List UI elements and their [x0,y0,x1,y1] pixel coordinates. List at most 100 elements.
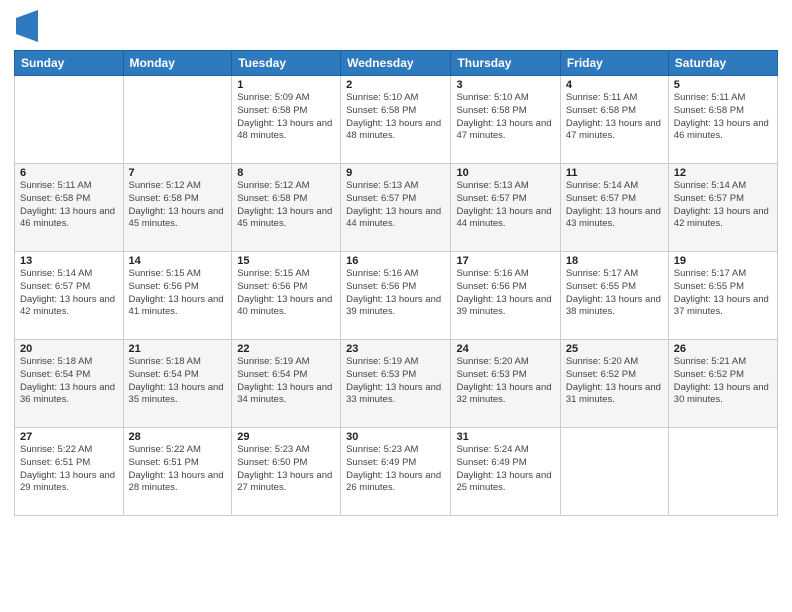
day-cell: 16Sunrise: 5:16 AM Sunset: 6:56 PM Dayli… [341,252,451,340]
day-number: 7 [129,167,227,179]
week-row-2: 6Sunrise: 5:11 AM Sunset: 6:58 PM Daylig… [15,164,778,252]
day-info: Sunrise: 5:13 AM Sunset: 6:57 PM Dayligh… [456,180,554,231]
day-number: 4 [566,79,663,91]
day-info: Sunrise: 5:14 AM Sunset: 6:57 PM Dayligh… [566,180,663,231]
weekday-header-row: SundayMondayTuesdayWednesdayThursdayFrid… [15,51,778,76]
day-number: 2 [346,79,445,91]
page: SundayMondayTuesdayWednesdayThursdayFrid… [0,0,792,612]
day-cell: 25Sunrise: 5:20 AM Sunset: 6:52 PM Dayli… [560,340,668,428]
day-info: Sunrise: 5:14 AM Sunset: 6:57 PM Dayligh… [674,180,772,231]
day-cell: 22Sunrise: 5:19 AM Sunset: 6:54 PM Dayli… [232,340,341,428]
day-cell: 13Sunrise: 5:14 AM Sunset: 6:57 PM Dayli… [15,252,124,340]
day-cell: 30Sunrise: 5:23 AM Sunset: 6:49 PM Dayli… [341,428,451,516]
day-cell: 17Sunrise: 5:16 AM Sunset: 6:56 PM Dayli… [451,252,560,340]
day-cell: 20Sunrise: 5:18 AM Sunset: 6:54 PM Dayli… [15,340,124,428]
weekday-header-tuesday: Tuesday [232,51,341,76]
day-number: 6 [20,167,118,179]
day-number: 24 [456,343,554,355]
day-cell: 31Sunrise: 5:24 AM Sunset: 6:49 PM Dayli… [451,428,560,516]
day-number: 28 [129,431,227,443]
day-info: Sunrise: 5:23 AM Sunset: 6:49 PM Dayligh… [346,444,445,495]
day-info: Sunrise: 5:23 AM Sunset: 6:50 PM Dayligh… [237,444,335,495]
day-cell: 23Sunrise: 5:19 AM Sunset: 6:53 PM Dayli… [341,340,451,428]
day-number: 26 [674,343,772,355]
day-info: Sunrise: 5:22 AM Sunset: 6:51 PM Dayligh… [20,444,118,495]
day-cell: 10Sunrise: 5:13 AM Sunset: 6:57 PM Dayli… [451,164,560,252]
day-cell [123,76,232,164]
day-number: 16 [346,255,445,267]
day-cell [668,428,777,516]
day-cell: 29Sunrise: 5:23 AM Sunset: 6:50 PM Dayli… [232,428,341,516]
day-number: 20 [20,343,118,355]
day-number: 11 [566,167,663,179]
day-number: 25 [566,343,663,355]
day-number: 10 [456,167,554,179]
weekday-header-friday: Friday [560,51,668,76]
day-info: Sunrise: 5:19 AM Sunset: 6:53 PM Dayligh… [346,356,445,407]
day-cell: 27Sunrise: 5:22 AM Sunset: 6:51 PM Dayli… [15,428,124,516]
day-info: Sunrise: 5:13 AM Sunset: 6:57 PM Dayligh… [346,180,445,231]
day-info: Sunrise: 5:14 AM Sunset: 6:57 PM Dayligh… [20,268,118,319]
day-info: Sunrise: 5:18 AM Sunset: 6:54 PM Dayligh… [20,356,118,407]
day-info: Sunrise: 5:24 AM Sunset: 6:49 PM Dayligh… [456,444,554,495]
day-cell: 9Sunrise: 5:13 AM Sunset: 6:57 PM Daylig… [341,164,451,252]
day-info: Sunrise: 5:12 AM Sunset: 6:58 PM Dayligh… [237,180,335,231]
day-number: 9 [346,167,445,179]
day-info: Sunrise: 5:15 AM Sunset: 6:56 PM Dayligh… [129,268,227,319]
day-cell: 1Sunrise: 5:09 AM Sunset: 6:58 PM Daylig… [232,76,341,164]
day-cell: 26Sunrise: 5:21 AM Sunset: 6:52 PM Dayli… [668,340,777,428]
day-number: 12 [674,167,772,179]
header [14,10,778,42]
day-number: 15 [237,255,335,267]
day-info: Sunrise: 5:11 AM Sunset: 6:58 PM Dayligh… [20,180,118,231]
day-cell: 12Sunrise: 5:14 AM Sunset: 6:57 PM Dayli… [668,164,777,252]
day-cell: 14Sunrise: 5:15 AM Sunset: 6:56 PM Dayli… [123,252,232,340]
day-cell: 4Sunrise: 5:11 AM Sunset: 6:58 PM Daylig… [560,76,668,164]
day-info: Sunrise: 5:11 AM Sunset: 6:58 PM Dayligh… [566,92,663,143]
day-info: Sunrise: 5:20 AM Sunset: 6:53 PM Dayligh… [456,356,554,407]
weekday-header-saturday: Saturday [668,51,777,76]
weekday-header-sunday: Sunday [15,51,124,76]
day-number: 3 [456,79,554,91]
day-cell: 19Sunrise: 5:17 AM Sunset: 6:55 PM Dayli… [668,252,777,340]
day-cell: 21Sunrise: 5:18 AM Sunset: 6:54 PM Dayli… [123,340,232,428]
day-cell: 7Sunrise: 5:12 AM Sunset: 6:58 PM Daylig… [123,164,232,252]
logo [14,10,38,42]
day-number: 22 [237,343,335,355]
day-number: 8 [237,167,335,179]
day-info: Sunrise: 5:16 AM Sunset: 6:56 PM Dayligh… [456,268,554,319]
day-info: Sunrise: 5:16 AM Sunset: 6:56 PM Dayligh… [346,268,445,319]
day-cell: 8Sunrise: 5:12 AM Sunset: 6:58 PM Daylig… [232,164,341,252]
day-info: Sunrise: 5:09 AM Sunset: 6:58 PM Dayligh… [237,92,335,143]
day-cell: 11Sunrise: 5:14 AM Sunset: 6:57 PM Dayli… [560,164,668,252]
day-info: Sunrise: 5:17 AM Sunset: 6:55 PM Dayligh… [566,268,663,319]
day-cell [560,428,668,516]
day-info: Sunrise: 5:20 AM Sunset: 6:52 PM Dayligh… [566,356,663,407]
day-number: 13 [20,255,118,267]
week-row-4: 20Sunrise: 5:18 AM Sunset: 6:54 PM Dayli… [15,340,778,428]
day-info: Sunrise: 5:18 AM Sunset: 6:54 PM Dayligh… [129,356,227,407]
day-info: Sunrise: 5:21 AM Sunset: 6:52 PM Dayligh… [674,356,772,407]
day-number: 23 [346,343,445,355]
day-info: Sunrise: 5:10 AM Sunset: 6:58 PM Dayligh… [456,92,554,143]
day-info: Sunrise: 5:15 AM Sunset: 6:56 PM Dayligh… [237,268,335,319]
week-row-3: 13Sunrise: 5:14 AM Sunset: 6:57 PM Dayli… [15,252,778,340]
day-info: Sunrise: 5:17 AM Sunset: 6:55 PM Dayligh… [674,268,772,319]
day-cell [15,76,124,164]
weekday-header-wednesday: Wednesday [341,51,451,76]
calendar: SundayMondayTuesdayWednesdayThursdayFrid… [14,50,778,516]
day-number: 27 [20,431,118,443]
day-info: Sunrise: 5:12 AM Sunset: 6:58 PM Dayligh… [129,180,227,231]
logo-icon [16,10,38,42]
day-cell: 6Sunrise: 5:11 AM Sunset: 6:58 PM Daylig… [15,164,124,252]
day-cell: 2Sunrise: 5:10 AM Sunset: 6:58 PM Daylig… [341,76,451,164]
day-cell: 3Sunrise: 5:10 AM Sunset: 6:58 PM Daylig… [451,76,560,164]
day-cell: 28Sunrise: 5:22 AM Sunset: 6:51 PM Dayli… [123,428,232,516]
day-number: 29 [237,431,335,443]
day-number: 30 [346,431,445,443]
day-info: Sunrise: 5:11 AM Sunset: 6:58 PM Dayligh… [674,92,772,143]
day-number: 14 [129,255,227,267]
weekday-header-thursday: Thursday [451,51,560,76]
day-info: Sunrise: 5:10 AM Sunset: 6:58 PM Dayligh… [346,92,445,143]
week-row-1: 1Sunrise: 5:09 AM Sunset: 6:58 PM Daylig… [15,76,778,164]
